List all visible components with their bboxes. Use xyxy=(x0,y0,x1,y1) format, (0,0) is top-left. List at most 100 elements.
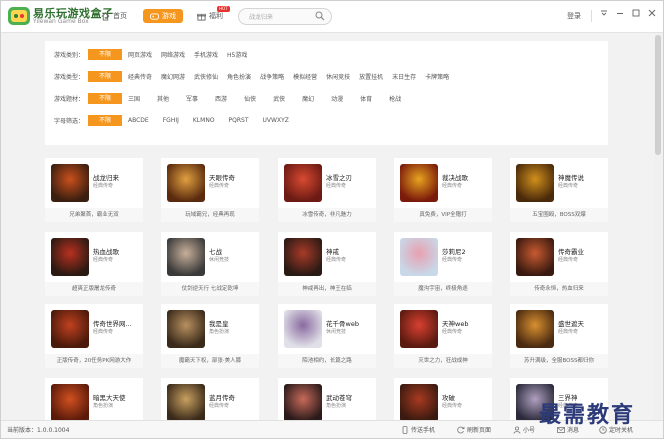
filter-option[interactable]: 仙侠 xyxy=(244,94,256,103)
login-button[interactable]: 登录 xyxy=(567,11,581,21)
alt-account-button[interactable]: 小号 xyxy=(513,425,535,434)
game-card[interactable]: 传奇霸业 经典传奇 传奇永恒，热血归来 xyxy=(510,232,608,296)
game-thumbnail[interactable] xyxy=(167,310,205,348)
game-name[interactable]: 传奇世界网... xyxy=(93,318,132,328)
filter-option[interactable]: 战争策略 xyxy=(260,72,284,81)
game-thumbnail[interactable] xyxy=(284,238,322,276)
filter-option[interactable]: 模拟经营 xyxy=(293,72,317,81)
game-thumbnail[interactable] xyxy=(51,238,89,276)
game-thumbnail[interactable] xyxy=(51,384,89,422)
filter-option[interactable]: 武侠 xyxy=(273,94,285,103)
search-box[interactable] xyxy=(238,8,332,25)
game-thumbnail[interactable] xyxy=(167,384,205,422)
filter-option[interactable]: 网络游戏 xyxy=(161,50,185,59)
game-name[interactable]: 花千骨web xyxy=(326,318,359,328)
nav-home[interactable]: 首页 xyxy=(101,8,127,24)
game-card[interactable]: 冰雪之刃 经典传奇 冰雪传奇，非凡魅力 xyxy=(278,158,376,222)
filter-option[interactable]: FGHIJ xyxy=(163,117,179,124)
filter-option[interactable]: KLMNO xyxy=(193,117,215,124)
filter-option[interactable]: 其他 xyxy=(157,94,169,103)
game-thumbnail[interactable] xyxy=(400,310,438,348)
game-card[interactable]: 天神web 经典传奇 灭世之力，狂战成神 xyxy=(394,304,492,368)
filter-option[interactable]: PQRST xyxy=(229,117,249,124)
game-thumbnail[interactable] xyxy=(284,310,322,348)
filter-option[interactable]: 休闲竞技 xyxy=(326,72,350,81)
game-name[interactable]: 神戒 xyxy=(326,246,339,256)
close-icon[interactable] xyxy=(647,9,657,21)
game-name[interactable]: 冰雪之刃 xyxy=(326,172,352,182)
game-card[interactable]: 我是皇 角色扮演 魔霸天下权，部张·美人膝 xyxy=(161,304,259,368)
game-thumbnail[interactable] xyxy=(516,238,554,276)
nav-games[interactable]: 游戏 xyxy=(143,9,183,23)
game-name[interactable]: 神魔传说 xyxy=(558,172,584,182)
game-card[interactable]: 七战 休闲竞技 仗剑逆天行 七战定乾坤 xyxy=(161,232,259,296)
game-thumbnail[interactable] xyxy=(400,238,438,276)
filter-option[interactable]: 动漫 xyxy=(331,94,343,103)
game-thumbnail[interactable] xyxy=(167,164,205,202)
filter-option[interactable]: 武侠修仙 xyxy=(194,72,218,81)
game-thumbnail[interactable] xyxy=(284,384,322,422)
maximize-icon[interactable] xyxy=(631,9,641,21)
game-name[interactable]: 盛世遮天 xyxy=(558,318,584,328)
game-card[interactable]: 神魔传说 经典传奇 五宝围殴，BOSS双爆 xyxy=(510,158,608,222)
game-name[interactable]: 暗黑大天使 xyxy=(93,392,126,402)
game-thumbnail[interactable] xyxy=(51,310,89,348)
game-thumbnail[interactable] xyxy=(400,384,438,422)
game-name[interactable]: 裁决战歌 xyxy=(442,172,468,182)
game-name[interactable]: 我是皇 xyxy=(209,318,229,328)
game-card[interactable]: 传奇世界网... 经典传奇 正版传奇，20任务PK网游大作 xyxy=(45,304,143,368)
search-input[interactable] xyxy=(247,11,315,23)
game-card[interactable]: 热血战歌 经典传奇 超爽正版屠龙传奇 xyxy=(45,232,143,296)
game-name[interactable]: 蓝月传奇 xyxy=(209,392,235,402)
game-thumbnail[interactable] xyxy=(516,310,554,348)
scrollbar[interactable] xyxy=(654,33,662,420)
game-name[interactable]: 热血战歌 xyxy=(93,246,119,256)
filter-option[interactable]: 魔幻网游 xyxy=(161,72,185,81)
game-name[interactable]: 天神web xyxy=(442,318,468,328)
filter-option[interactable]: 魔幻 xyxy=(302,94,314,103)
game-name[interactable]: 攻破 xyxy=(442,392,455,402)
game-thumbnail[interactable] xyxy=(516,164,554,202)
game-name[interactable]: 传奇霸业 xyxy=(558,246,584,256)
send-to-phone-button[interactable]: 传送手机 xyxy=(401,425,435,434)
minimize-icon[interactable] xyxy=(615,9,625,21)
filter-option-selected[interactable]: 不限 xyxy=(88,48,122,60)
game-thumbnail[interactable] xyxy=(400,164,438,202)
game-name[interactable]: 战龙归来 xyxy=(93,172,119,182)
search-icon[interactable] xyxy=(315,11,325,21)
filter-option[interactable]: 枪战 xyxy=(389,94,401,103)
filter-option[interactable]: 体育 xyxy=(360,94,372,103)
filter-option[interactable]: ABCDE xyxy=(128,117,149,124)
filter-option[interactable]: UVWXYZ xyxy=(263,117,289,124)
filter-option[interactable]: 网页游戏 xyxy=(128,50,152,59)
game-card[interactable]: 花千骨web 休闲竞技 陌池相约，长篇之路 xyxy=(278,304,376,368)
scrollbar-thumb[interactable] xyxy=(655,35,661,155)
filter-option[interactable]: 角色扮演 xyxy=(227,72,251,81)
game-thumbnail[interactable] xyxy=(51,164,89,202)
game-card[interactable]: 盛世遮天 经典传奇 苏升满级，全服BOSS都归你 xyxy=(510,304,608,368)
game-card[interactable]: 战龙归来 经典传奇 兄弟聚首，霸业无双 xyxy=(45,158,143,222)
game-name[interactable]: 七战 xyxy=(209,246,222,256)
filter-option[interactable]: 三国 xyxy=(128,94,140,103)
game-card[interactable]: 裁决战歌 经典传奇 真免费，VIP全赠打 xyxy=(394,158,492,222)
menu-icon[interactable] xyxy=(599,9,609,21)
filter-option[interactable]: 卡牌策略 xyxy=(425,72,449,81)
game-card[interactable]: 神戒 经典传奇 神戒再出，神王在临 xyxy=(278,232,376,296)
filter-option-selected[interactable]: 不限 xyxy=(88,92,122,104)
game-name[interactable]: 武动苍穹 xyxy=(326,392,352,402)
refresh-button[interactable]: 刷新页面 xyxy=(457,425,491,434)
filter-option-selected[interactable]: 不限 xyxy=(88,114,122,126)
filter-option[interactable]: 经典传奇 xyxy=(128,72,152,81)
game-thumbnail[interactable] xyxy=(284,164,322,202)
game-card[interactable]: 莎莉尼2 经典传奇 魔沟宇宙，终极角逐 xyxy=(394,232,492,296)
game-thumbnail[interactable] xyxy=(167,238,205,276)
filter-option[interactable]: 军事 xyxy=(186,94,198,103)
filter-option[interactable]: 手机游戏 xyxy=(194,50,218,59)
filter-option[interactable]: 末日生存 xyxy=(392,72,416,81)
filter-option-selected[interactable]: 不限 xyxy=(88,70,122,82)
filter-option[interactable]: H5游戏 xyxy=(227,50,247,59)
game-name[interactable]: 天眼传奇 xyxy=(209,172,235,182)
game-name[interactable]: 莎莉尼2 xyxy=(442,246,466,256)
game-card[interactable]: 天眼传奇 经典传奇 玩域霸兄，经典再现 xyxy=(161,158,259,222)
filter-option[interactable]: 放置挂机 xyxy=(359,72,383,81)
